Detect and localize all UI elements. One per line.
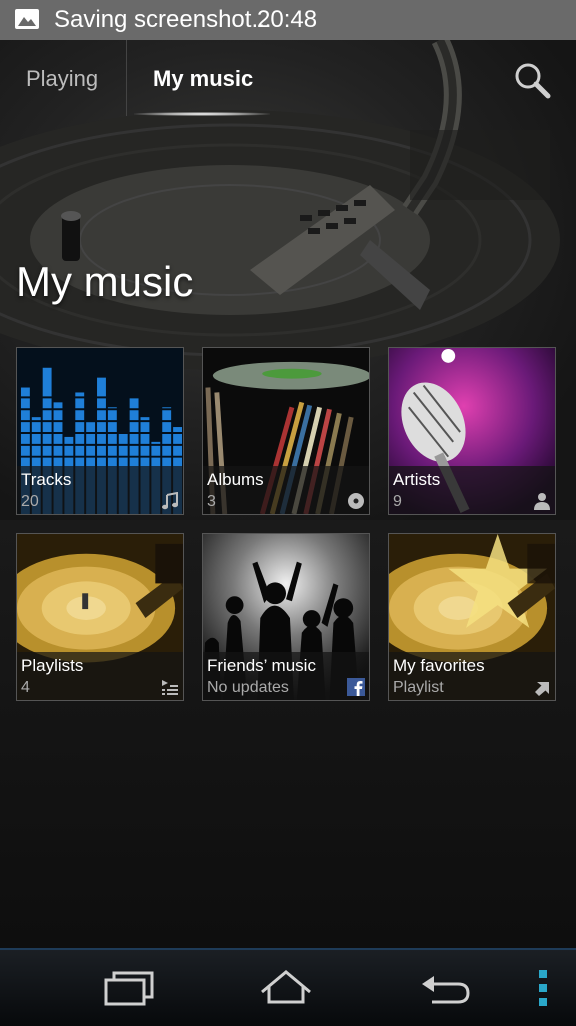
tile-label: Albums [207,470,264,489]
disc-icon [348,493,364,509]
overflow-menu-icon[interactable] [536,968,550,1008]
person-icon [534,493,550,510]
facebook-icon [347,678,365,696]
tile-playlists[interactable]: Playlists 4 [16,533,184,701]
music-note-icon [162,492,178,510]
tile-status: No updates [207,679,289,696]
tile-label: Tracks [21,470,72,489]
tile-friends-music[interactable]: Friends’ music No updates [202,533,370,701]
tile-count: 3 [207,493,216,510]
tile-caption: Albums 3 [203,466,369,514]
tab-divider [126,40,127,116]
page-title: My music [16,258,194,305]
navigation-bar [0,948,576,1026]
tile-caption: Playlists 4 [17,652,183,700]
playlist-icon [162,680,178,695]
tile-label: Playlists [21,656,84,675]
status-bar: Saving screenshot... 20:48 [0,0,576,40]
back-icon[interactable] [418,966,474,1010]
tile-artists[interactable]: Artists 9 [388,347,556,515]
recent-apps-icon[interactable] [100,966,156,1010]
tile-tracks[interactable]: Tracks 20 [16,347,184,515]
tile-albums[interactable]: Albums 3 [202,347,370,515]
tab-playing[interactable]: Playing [26,40,98,118]
tile-label: Artists [393,470,441,489]
tile-caption: My favorites Playlist [389,652,555,700]
notification-text: Saving screenshot... [54,6,272,33]
tile-label: Friends’ music [207,656,316,675]
tile-my-favorites[interactable]: My favorites Playlist [388,533,556,701]
status-time: 20:48 [257,6,318,33]
shortcut-arrow-icon [535,682,549,696]
tile-caption: Artists 9 [389,466,555,514]
selected-tab-indicator [134,112,270,116]
search-icon[interactable] [512,60,552,100]
tab-my-music[interactable]: My music [153,40,253,118]
tile-caption: Friends’ music No updates [203,652,369,700]
image-icon [15,9,39,29]
tile-count: 9 [393,493,402,510]
tile-label: My favorites [393,656,485,675]
tile-count: 20 [21,493,39,510]
tab-bar: Playing My music [0,40,576,118]
tile-type: Playlist [393,679,444,696]
home-icon[interactable] [258,966,314,1010]
tile-count: 4 [21,679,30,696]
tile-caption: Tracks 20 [17,466,183,514]
